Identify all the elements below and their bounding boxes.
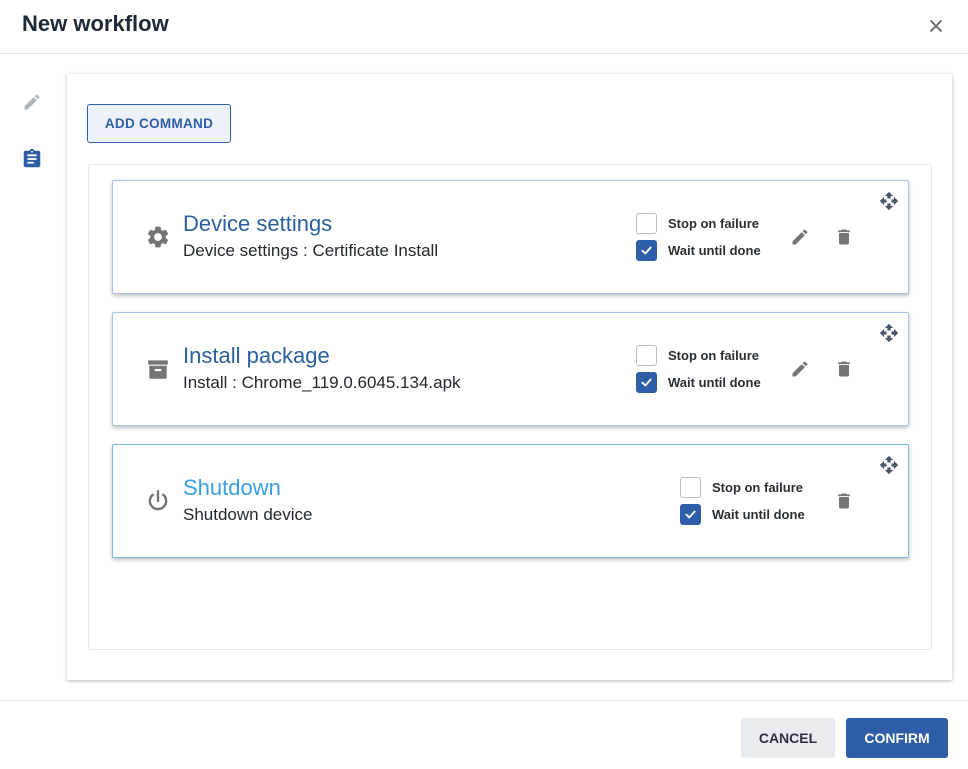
workflow-panel: ADD COMMAND Device settings Device setti… — [67, 74, 952, 680]
wait-until-done-label: Wait until done — [668, 242, 761, 258]
stop-on-failure-checkbox[interactable]: Stop on failure — [636, 212, 761, 234]
gear-icon — [145, 224, 171, 250]
trash-icon[interactable] — [832, 489, 856, 513]
stop-on-failure-label: Stop on failure — [668, 215, 759, 231]
stop-on-failure-checkbox[interactable]: Stop on failure — [636, 344, 761, 366]
stop-on-failure-label: Stop on failure — [712, 479, 803, 495]
checkbox-checked[interactable] — [636, 239, 657, 261]
command-title: Shutdown — [183, 475, 281, 500]
archive-icon — [145, 356, 171, 382]
command-card-install-package: Install package Install : Chrome_119.0.6… — [112, 312, 909, 426]
checkbox-unchecked[interactable] — [636, 212, 657, 234]
wait-until-done-checkbox[interactable]: Wait until done — [636, 371, 761, 393]
wait-until-done-label: Wait until done — [712, 506, 805, 522]
dialog-footer: CANCEL CONFIRM — [0, 700, 968, 769]
check-icon — [641, 378, 652, 386]
command-list: Device settings Device settings : Certif… — [88, 164, 932, 650]
command-card-device-settings: Device settings Device settings : Certif… — [112, 180, 909, 294]
stop-on-failure-checkbox[interactable]: Stop on failure — [680, 476, 805, 498]
command-title: Install package — [183, 343, 330, 368]
drag-handle-icon[interactable] — [878, 190, 900, 212]
command-card-shutdown: Shutdown Shutdown device Stop on failure… — [112, 444, 909, 558]
checkbox-unchecked[interactable] — [680, 476, 701, 498]
power-icon — [145, 488, 171, 514]
edit-icon[interactable] — [788, 357, 812, 381]
side-rail — [0, 54, 66, 700]
command-options: Stop on failure Wait until done — [680, 476, 805, 530]
trash-icon[interactable] — [832, 225, 856, 249]
trash-icon[interactable] — [832, 357, 856, 381]
add-command-button[interactable]: ADD COMMAND — [87, 104, 231, 143]
edit-icon[interactable] — [788, 225, 812, 249]
confirm-button[interactable]: CONFIRM — [846, 718, 948, 758]
wait-until-done-checkbox[interactable]: Wait until done — [680, 503, 805, 525]
clipboard-icon[interactable] — [20, 147, 44, 171]
check-icon — [685, 510, 696, 518]
wait-until-done-label: Wait until done — [668, 374, 761, 390]
cancel-button[interactable]: CANCEL — [741, 718, 835, 758]
command-subtitle: Shutdown device — [183, 505, 313, 524]
command-options: Stop on failure Wait until done — [636, 212, 761, 266]
dialog-title: New workflow — [22, 11, 169, 36]
new-workflow-dialog: New workflow ADD COMMAND Device settings… — [0, 0, 968, 769]
drag-handle-icon[interactable] — [878, 454, 900, 476]
drag-handle-icon[interactable] — [878, 322, 900, 344]
checkbox-checked[interactable] — [636, 371, 657, 393]
stop-on-failure-label: Stop on failure — [668, 347, 759, 363]
checkbox-unchecked[interactable] — [636, 344, 657, 366]
check-icon — [641, 246, 652, 254]
command-subtitle: Install : Chrome_119.0.6045.134.apk — [183, 373, 461, 392]
dialog-header: New workflow — [0, 0, 968, 54]
pencil-icon[interactable] — [20, 90, 44, 114]
command-options: Stop on failure Wait until done — [636, 344, 761, 398]
checkbox-checked[interactable] — [680, 503, 701, 525]
wait-until-done-checkbox[interactable]: Wait until done — [636, 239, 761, 261]
command-subtitle: Device settings : Certificate Install — [183, 241, 439, 260]
command-title: Device settings — [183, 211, 333, 236]
close-icon[interactable] — [924, 14, 948, 38]
